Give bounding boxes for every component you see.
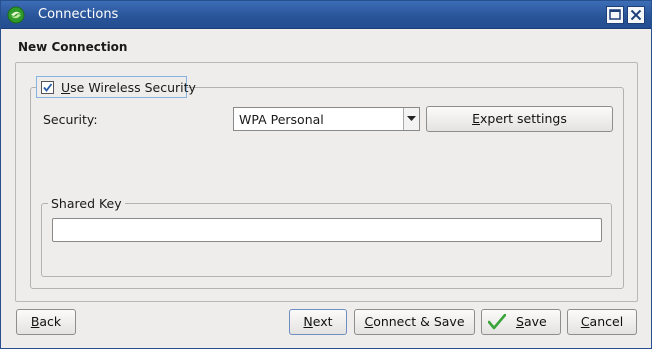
next-button[interactable]: Next: [289, 309, 347, 335]
expert-settings-button[interactable]: Expert settings: [426, 106, 613, 132]
use-wireless-security-label: Use Wireless Security: [61, 80, 196, 95]
maximize-button[interactable]: [606, 6, 624, 24]
security-select-value: WPA Personal: [239, 112, 324, 127]
shared-key-input[interactable]: [52, 218, 602, 242]
close-icon: [630, 9, 642, 21]
window-title: Connections: [38, 7, 119, 22]
dropdown-arrow-icon[interactable]: [403, 108, 419, 130]
save-button-label: Save: [516, 314, 547, 329]
use-wireless-security-toggle[interactable]: Use Wireless Security: [36, 76, 196, 98]
security-label: Security:: [43, 112, 98, 127]
use-wireless-security-checkbox[interactable]: [41, 81, 54, 94]
maximize-icon: [609, 9, 621, 20]
cancel-button[interactable]: Cancel: [567, 309, 637, 335]
save-button[interactable]: Save: [481, 309, 561, 335]
back-button[interactable]: Back: [16, 309, 76, 335]
green-check-icon: [487, 313, 507, 338]
connections-window: Connections New Connection Use Wireless …: [0, 0, 652, 349]
shared-key-legend: Shared Key: [48, 196, 125, 211]
connect-and-save-button[interactable]: Connect & Save: [354, 309, 475, 335]
page-heading: New Connection: [18, 40, 128, 54]
close-button[interactable]: [627, 6, 645, 24]
checkmark-icon: [43, 83, 53, 92]
security-select[interactable]: WPA Personal: [233, 107, 420, 131]
title-bar[interactable]: Connections: [1, 1, 651, 29]
green-swirl-icon: [7, 6, 25, 24]
